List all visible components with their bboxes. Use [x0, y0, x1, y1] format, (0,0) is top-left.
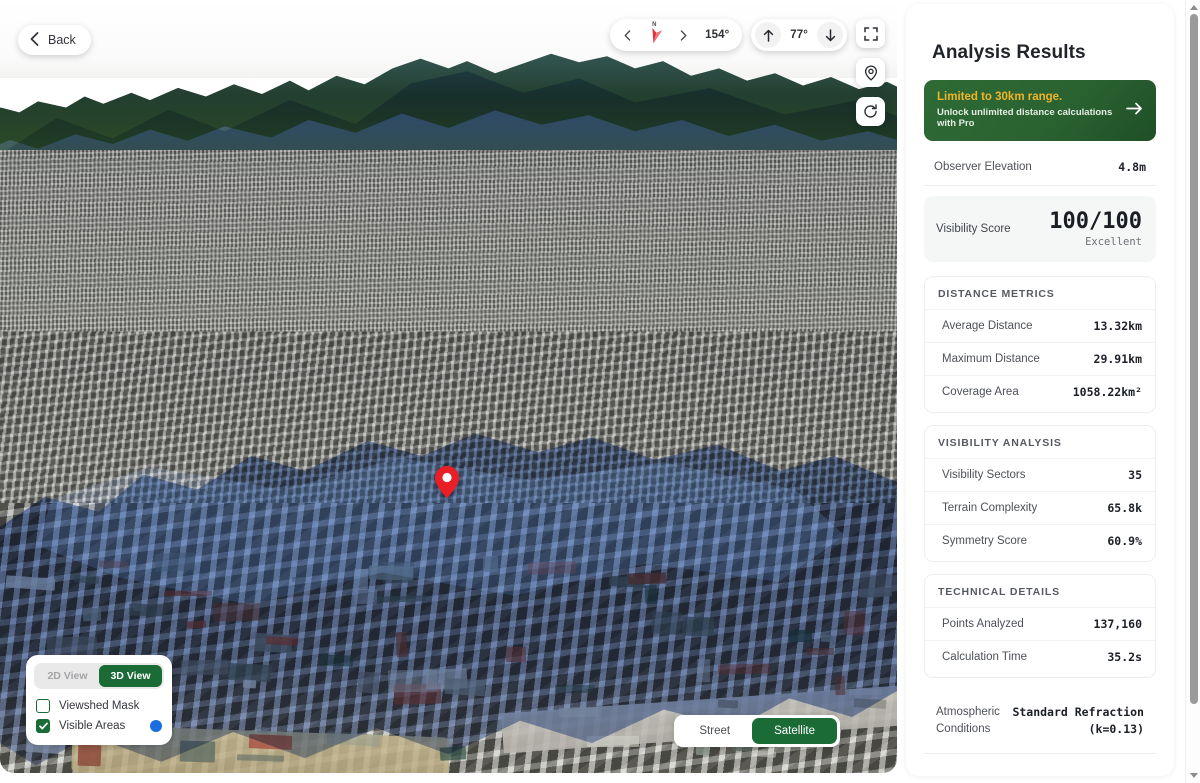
atmospheric-label-line1: Atmospheric	[936, 706, 1000, 718]
observer-elevation-value: 4.8m	[1118, 160, 1146, 174]
metric-value: 29.91km	[1094, 352, 1142, 366]
visibility-score-label: Visibility Score	[936, 223, 1011, 235]
view-mode-segmented-control: 2D View 3D View	[34, 663, 164, 689]
metric-key: Calculation Time	[942, 651, 1027, 663]
metric-value: 35.2s	[1107, 650, 1142, 664]
atmospheric-value-line2: (k=0.13)	[1089, 722, 1144, 736]
back-button[interactable]: Back	[18, 25, 91, 55]
visibility-score-value: 100/100	[1049, 210, 1142, 233]
view-mode-2d-button[interactable]: 2D View	[36, 665, 99, 687]
metric-value: 1058.22km²	[1073, 385, 1142, 399]
atmospheric-conditions-label: Atmospheric Conditions	[936, 704, 1000, 739]
visibility-analysis-heading: VISIBILITY ANALYSIS	[925, 437, 1155, 458]
metric-key: Points Analyzed	[942, 618, 1024, 630]
technical-details-heading: TECHNICAL DETAILS	[925, 586, 1155, 607]
atmospheric-conditions-value: Standard Refraction (k=0.13)	[1012, 704, 1144, 739]
scrollbar-up-arrow-icon[interactable]	[1190, 5, 1198, 10]
pitch-down-button[interactable]	[817, 22, 843, 48]
viewshed-mask-label: Viewshed Mask	[59, 700, 139, 712]
compass-needle-icon[interactable]: N	[640, 22, 670, 48]
location-pin-icon[interactable]	[856, 58, 885, 87]
layer-toggle-viewshed-mask[interactable]: Viewshed Mask	[34, 696, 164, 716]
map-3d-viewport[interactable]: Back N 154° 77° 2D View 3D View Viewshed…	[0, 0, 897, 773]
metric-key: Average Distance	[942, 320, 1033, 332]
app-root: Back N 154° 77° 2D View 3D View Viewshed…	[0, 0, 1200, 783]
map-layers-panel: 2D View 3D View Viewshed Mask Visible Ar…	[26, 655, 172, 745]
distance-metrics-card: DISTANCE METRICS Average Distance 13.32k…	[924, 276, 1156, 413]
analysis-results-panel: Analysis Results Limited to 30km range. …	[906, 4, 1174, 776]
table-row: Points Analyzed 137,160	[925, 607, 1155, 640]
visibility-score-values: 100/100 Excellent	[1049, 210, 1142, 248]
visible-areas-checkbox[interactable]	[36, 719, 50, 733]
map-top-controls: N 154° 77°	[610, 19, 885, 126]
fullscreen-expand-icon[interactable]	[856, 19, 885, 48]
pro-banner-subline: Unlock unlimited distance calculations w…	[937, 107, 1118, 129]
view-mode-3d-button[interactable]: 3D View	[99, 665, 162, 687]
atmospheric-label-line2: Conditions	[936, 723, 990, 735]
table-row: Terrain Complexity 65.8k	[925, 491, 1155, 524]
page-title: Analysis Results	[922, 4, 1158, 80]
bearing-decrease-button[interactable]	[614, 22, 640, 48]
metric-value: 60.9%	[1107, 534, 1142, 548]
viewshed-mask-checkbox[interactable]	[36, 699, 50, 713]
visibility-score-rating: Excellent	[1049, 236, 1142, 248]
map-tool-buttons	[856, 19, 885, 126]
metric-key: Coverage Area	[942, 386, 1019, 398]
basemap-street-button[interactable]: Street	[677, 718, 752, 744]
metric-key: Terrain Complexity	[942, 502, 1037, 514]
scrollbar-down-arrow-icon[interactable]	[1190, 773, 1198, 778]
visible-areas-label: Visible Areas	[59, 720, 125, 732]
scrollbar-thumb[interactable]	[1190, 14, 1198, 704]
metric-value: 65.8k	[1107, 501, 1142, 515]
basemap-satellite-button[interactable]: Satellite	[752, 718, 837, 744]
technical-details-card: TECHNICAL DETAILS Points Analyzed 137,16…	[924, 574, 1156, 678]
atmospheric-conditions-row: Atmospheric Conditions Standard Refracti…	[924, 690, 1156, 754]
metric-key: Maximum Distance	[942, 353, 1040, 365]
table-row: Maximum Distance 29.91km	[925, 342, 1155, 375]
basemap-switcher: Street Satellite	[674, 715, 840, 747]
compass-bearing-control[interactable]: N 154°	[610, 19, 742, 51]
pro-upgrade-banner[interactable]: Limited to 30km range. Unlock unlimited …	[924, 80, 1156, 141]
metric-key: Visibility Sectors	[942, 469, 1026, 481]
bearing-value: 154°	[696, 29, 738, 41]
metric-value: 137,160	[1094, 617, 1142, 631]
metric-value: 13.32km	[1094, 319, 1142, 333]
map-pin-marker[interactable]	[435, 466, 459, 498]
back-button-label: Back	[48, 33, 76, 47]
table-row: Calculation Time 35.2s	[925, 640, 1155, 673]
pro-banner-headline: Limited to 30km range.	[937, 91, 1118, 103]
chevron-left-icon	[30, 32, 39, 49]
pitch-up-button[interactable]	[755, 22, 781, 48]
table-row: Average Distance 13.32km	[925, 309, 1155, 342]
refresh-icon[interactable]	[856, 97, 885, 126]
observer-elevation-row: Observer Elevation 4.8m	[924, 150, 1156, 186]
metric-key: Symmetry Score	[942, 535, 1027, 547]
visible-areas-color-swatch	[150, 720, 162, 732]
atmospheric-value-line1: Standard Refraction	[1012, 705, 1144, 719]
metric-value: 35	[1128, 468, 1142, 482]
layer-toggle-visible-areas[interactable]: Visible Areas	[34, 716, 164, 736]
bearing-increase-button[interactable]	[670, 22, 696, 48]
visibility-score-box: Visibility Score 100/100 Excellent	[924, 196, 1156, 262]
visibility-analysis-card: VISIBILITY ANALYSIS Visibility Sectors 3…	[924, 425, 1156, 562]
table-row: Visibility Sectors 35	[925, 458, 1155, 491]
pitch-value: 77°	[781, 29, 817, 41]
table-row: Symmetry Score 60.9%	[925, 524, 1155, 557]
pitch-control[interactable]: 77°	[751, 19, 847, 51]
observer-elevation-label: Observer Elevation	[934, 161, 1032, 173]
page-scrollbar[interactable]	[1185, 0, 1200, 783]
distance-metrics-heading: DISTANCE METRICS	[925, 288, 1155, 309]
arrow-right-icon	[1126, 102, 1143, 120]
table-row: Coverage Area 1058.22km²	[925, 375, 1155, 408]
